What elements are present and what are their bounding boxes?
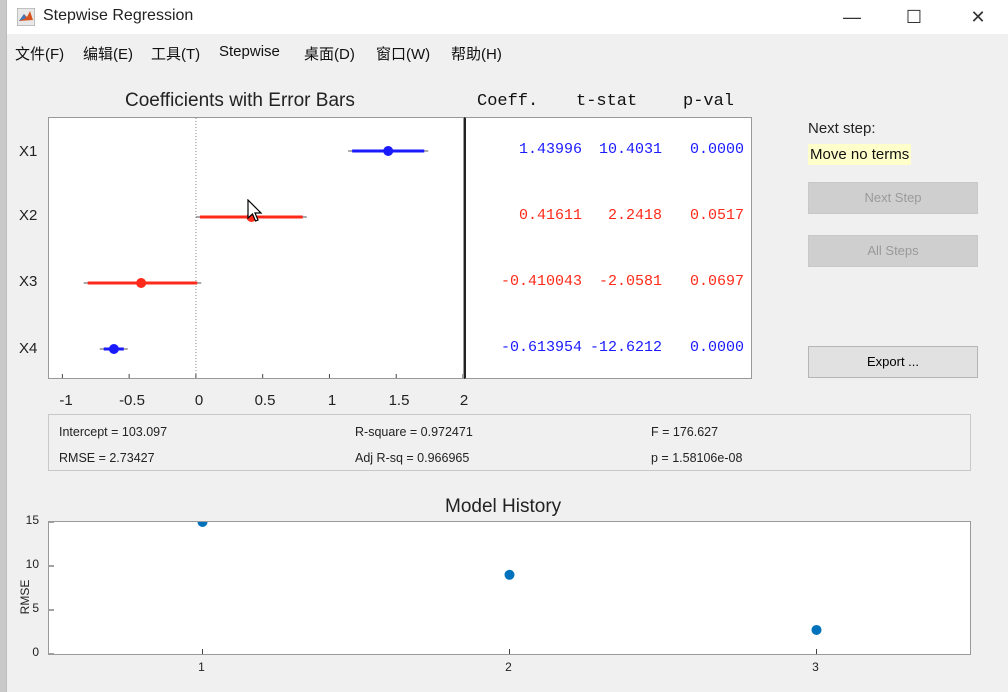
history-x-tick-label: 1 [198, 660, 205, 674]
tstat-x1: 10.4031 [598, 141, 662, 158]
coef-point-x1 [383, 146, 394, 156]
coeff-x3: -0.410043 [500, 273, 582, 290]
row-label-x3: X3 [19, 273, 38, 290]
coeff-x1: 1.43996 [518, 141, 582, 158]
stepwise-window: Stepwise Regression — ☐ ✕ 文件(F) 编辑(E) 工具… [6, 0, 1008, 692]
mouse-cursor-icon [247, 199, 263, 222]
next-step-button[interactable]: Next Step [808, 182, 978, 214]
history-point [504, 569, 515, 580]
history-title: Model History [445, 496, 562, 517]
x-tick: 1 [327, 392, 337, 409]
matlab-icon [17, 8, 35, 26]
maximize-button[interactable]: ☐ [891, 4, 937, 30]
menu-stepwise[interactable]: Stepwise [219, 43, 280, 60]
minimize-button[interactable]: — [829, 4, 875, 30]
history-x-tick-label: 2 [505, 660, 512, 674]
rmse-stat: RMSE = 2.73427 [59, 451, 155, 465]
pval-x2: 0.0517 [689, 207, 744, 224]
x-tick: -0.5 [119, 392, 145, 409]
coef-plot-svg [61, 118, 463, 378]
history-y-tick-label: 10 [25, 557, 39, 571]
menu-desktop[interactable]: 桌面(D) [304, 43, 355, 64]
history-point [197, 522, 208, 527]
x-tick: -1 [59, 392, 73, 409]
header-coeff: Coeff. [477, 92, 539, 111]
export-button[interactable]: Export ... [808, 346, 978, 378]
all-steps-button[interactable]: All Steps [808, 235, 978, 267]
menu-edit[interactable]: 编辑(E) [83, 43, 133, 64]
tstat-x3: -2.0581 [598, 273, 662, 290]
coeff-x2: 0.41611 [518, 207, 582, 224]
coef-plot-title: Coefficients with Error Bars [125, 90, 355, 111]
history-x-tick-label: 3 [812, 660, 819, 674]
x-tick: 2 [459, 392, 469, 409]
p-stat: p = 1.58106e-08 [651, 451, 743, 465]
coef-plot-area[interactable] [48, 117, 464, 379]
pval-x3: 0.0697 [689, 273, 744, 290]
adjrsq-stat: Adj R-sq = 0.966965 [355, 451, 470, 465]
pval-x1: 0.0000 [689, 141, 744, 158]
menu-bar: 文件(F) 编辑(E) 工具(T) Stepwise 桌面(D) 窗口(W) 帮… [7, 38, 1008, 66]
x-tick: 0 [194, 392, 204, 409]
history-y-tick-label: 0 [32, 645, 39, 659]
row-label-x4: X4 [19, 340, 38, 357]
window-title: Stepwise Regression [43, 7, 194, 24]
menu-file[interactable]: 文件(F) [15, 43, 64, 64]
tstat-x2: 2.2418 [607, 207, 662, 224]
history-plot-area[interactable] [48, 521, 971, 655]
next-step-label: Next step: [808, 120, 876, 137]
stats-panel: Intercept = 103.097 RMSE = 2.73427 R-squ… [48, 414, 971, 471]
menu-window[interactable]: 窗口(W) [376, 43, 430, 64]
x-tick: 0.5 [254, 392, 276, 409]
f-stat: F = 176.627 [651, 425, 719, 439]
history-plot-svg [49, 522, 822, 654]
next-step-value: Move no terms [808, 144, 912, 165]
menu-help[interactable]: 帮助(H) [451, 43, 502, 64]
x-tick: 1.5 [388, 392, 410, 409]
title-bar: Stepwise Regression — ☐ ✕ [7, 0, 1008, 34]
close-button[interactable]: ✕ [955, 4, 1001, 30]
row-label-x1: X1 [19, 143, 38, 160]
intercept-stat: Intercept = 103.097 [59, 425, 168, 439]
header-pval: p-val [683, 92, 735, 111]
coef-point-x4 [108, 344, 119, 354]
history-point [811, 624, 822, 635]
coef-table: 1.43996 10.4031 0.0000 0.41611 2.2418 0.… [464, 117, 752, 379]
pval-x4: 0.0000 [689, 339, 744, 356]
rsquare-stat: R-square = 0.972471 [355, 425, 473, 439]
header-tstat: t-stat [576, 92, 638, 111]
history-y-tick-label: 15 [25, 513, 39, 527]
coef-point-x3 [136, 278, 147, 288]
tstat-x4: -12.6212 [589, 339, 662, 356]
history-y-tick-label: 5 [32, 601, 39, 615]
menu-tools[interactable]: 工具(T) [151, 43, 200, 64]
coeff-x4: -0.613954 [500, 339, 582, 356]
row-label-x2: X2 [19, 207, 38, 224]
